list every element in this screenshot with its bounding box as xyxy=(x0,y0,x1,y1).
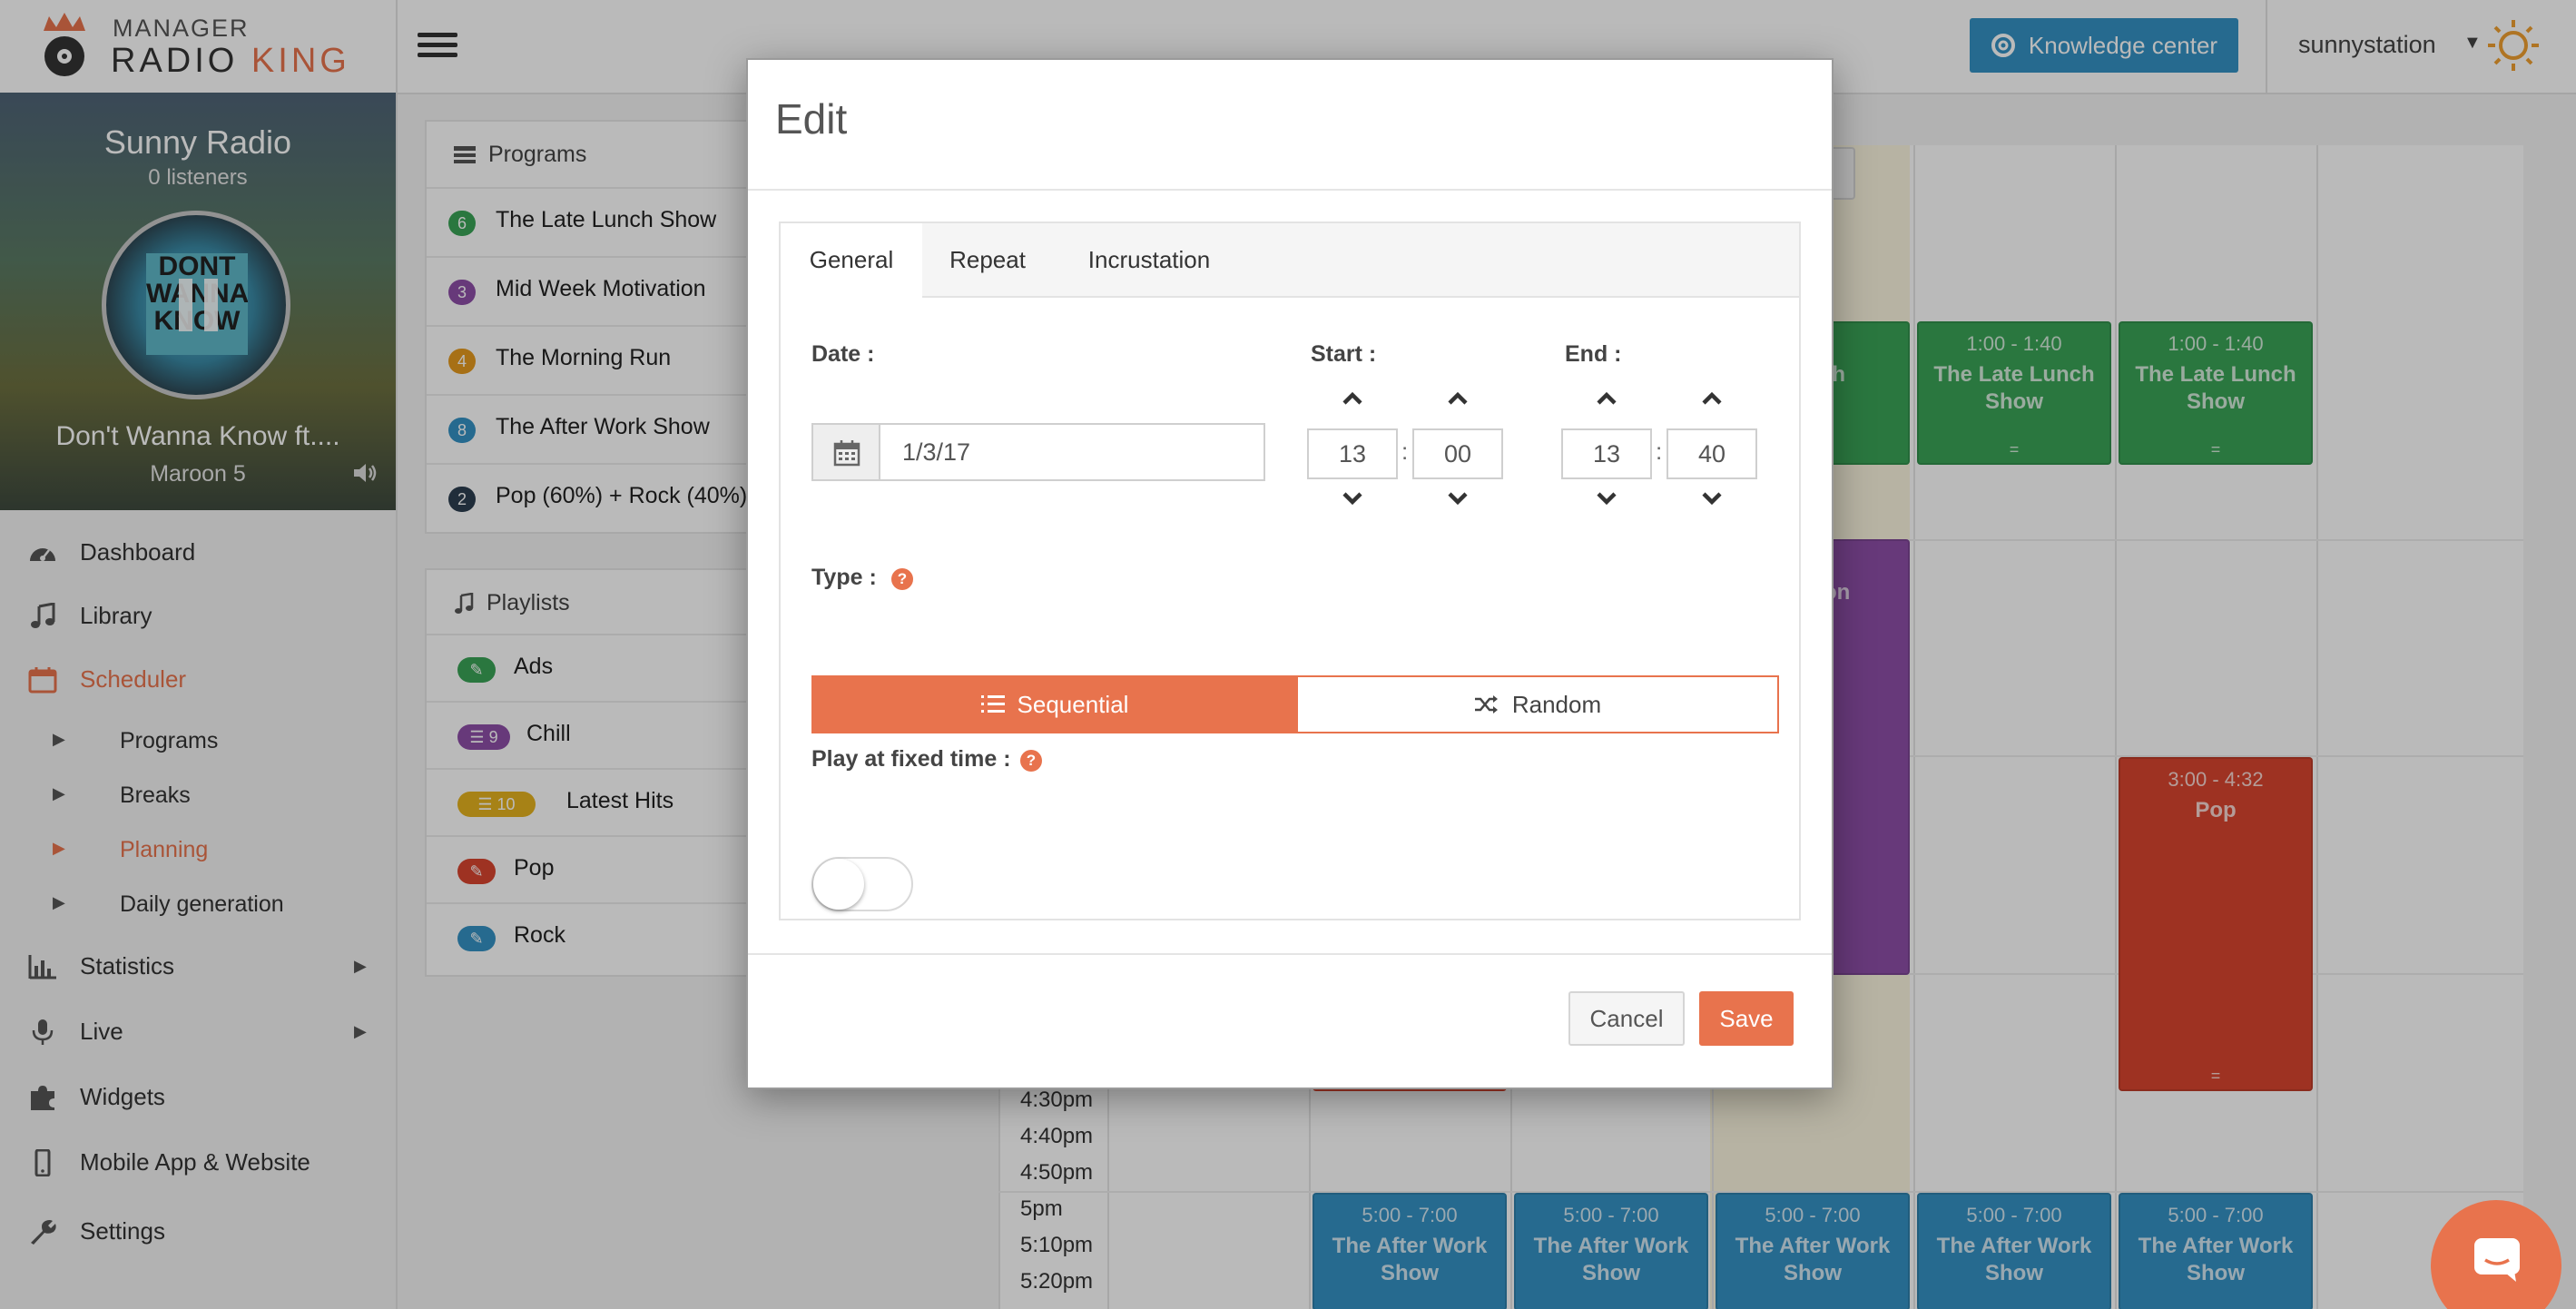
start-label: Start : xyxy=(1311,341,1377,367)
modal-header-divider xyxy=(748,189,1832,191)
type-sequential-button[interactable]: Sequential xyxy=(811,675,1298,733)
toggle-knob xyxy=(813,859,864,910)
tab-general[interactable]: General xyxy=(781,223,922,298)
chevron-up-icon[interactable] xyxy=(1588,385,1625,412)
start-hour-input[interactable]: 13 xyxy=(1307,428,1398,479)
help-icon[interactable]: ? xyxy=(891,568,913,590)
cancel-button[interactable]: Cancel xyxy=(1568,991,1685,1046)
start-minute-input[interactable]: 00 xyxy=(1412,428,1503,479)
tab-incrustation[interactable]: Incrustation xyxy=(1058,223,1240,296)
modal-title: Edit xyxy=(775,95,848,143)
chevron-up-icon[interactable] xyxy=(1440,385,1476,412)
chevron-down-icon[interactable] xyxy=(1694,485,1730,512)
tab-bar: General Repeat Incrustation xyxy=(781,223,1799,298)
type-random-label: Random xyxy=(1511,690,1602,718)
ordered-list-icon xyxy=(980,695,1005,713)
calendar-icon xyxy=(833,440,860,467)
type-label: Type : xyxy=(811,565,877,590)
end-minute-input[interactable]: 40 xyxy=(1667,428,1757,479)
time-separator: : xyxy=(1401,438,1409,465)
fixed-time-toggle[interactable] xyxy=(811,857,913,911)
shuffle-icon xyxy=(1474,695,1498,714)
tab-repeat[interactable]: Repeat xyxy=(926,223,1049,296)
type-random-button[interactable]: Random xyxy=(1296,675,1779,733)
end-hour-input[interactable]: 13 xyxy=(1561,428,1652,479)
app-frame: MANAGER RADIO KING Knowledge center sunn… xyxy=(0,0,2576,1309)
date-picker-button[interactable] xyxy=(811,423,880,481)
chevron-up-icon[interactable] xyxy=(1334,385,1371,412)
end-label: End : xyxy=(1565,341,1622,367)
fixed-time-label: Play at fixed time : xyxy=(811,746,1011,772)
chevron-down-icon[interactable] xyxy=(1588,485,1625,512)
help-icon[interactable]: ? xyxy=(1020,750,1042,772)
chevron-down-icon[interactable] xyxy=(1440,485,1476,512)
edit-modal: Edit General Repeat Incrustation Date : … xyxy=(746,58,1834,1089)
modal-body: General Repeat Incrustation Date : 1/3/1… xyxy=(779,221,1801,920)
modal-footer-divider xyxy=(748,953,1832,955)
chevron-down-icon[interactable] xyxy=(1334,485,1371,512)
type-sequential-label: Sequential xyxy=(1017,690,1129,718)
save-button[interactable]: Save xyxy=(1699,991,1794,1046)
time-separator: : xyxy=(1656,438,1663,465)
chevron-up-icon[interactable] xyxy=(1694,385,1730,412)
date-field[interactable]: 1/3/17 xyxy=(880,423,1265,481)
date-label: Date : xyxy=(811,341,875,367)
chat-icon xyxy=(2474,1238,2520,1282)
